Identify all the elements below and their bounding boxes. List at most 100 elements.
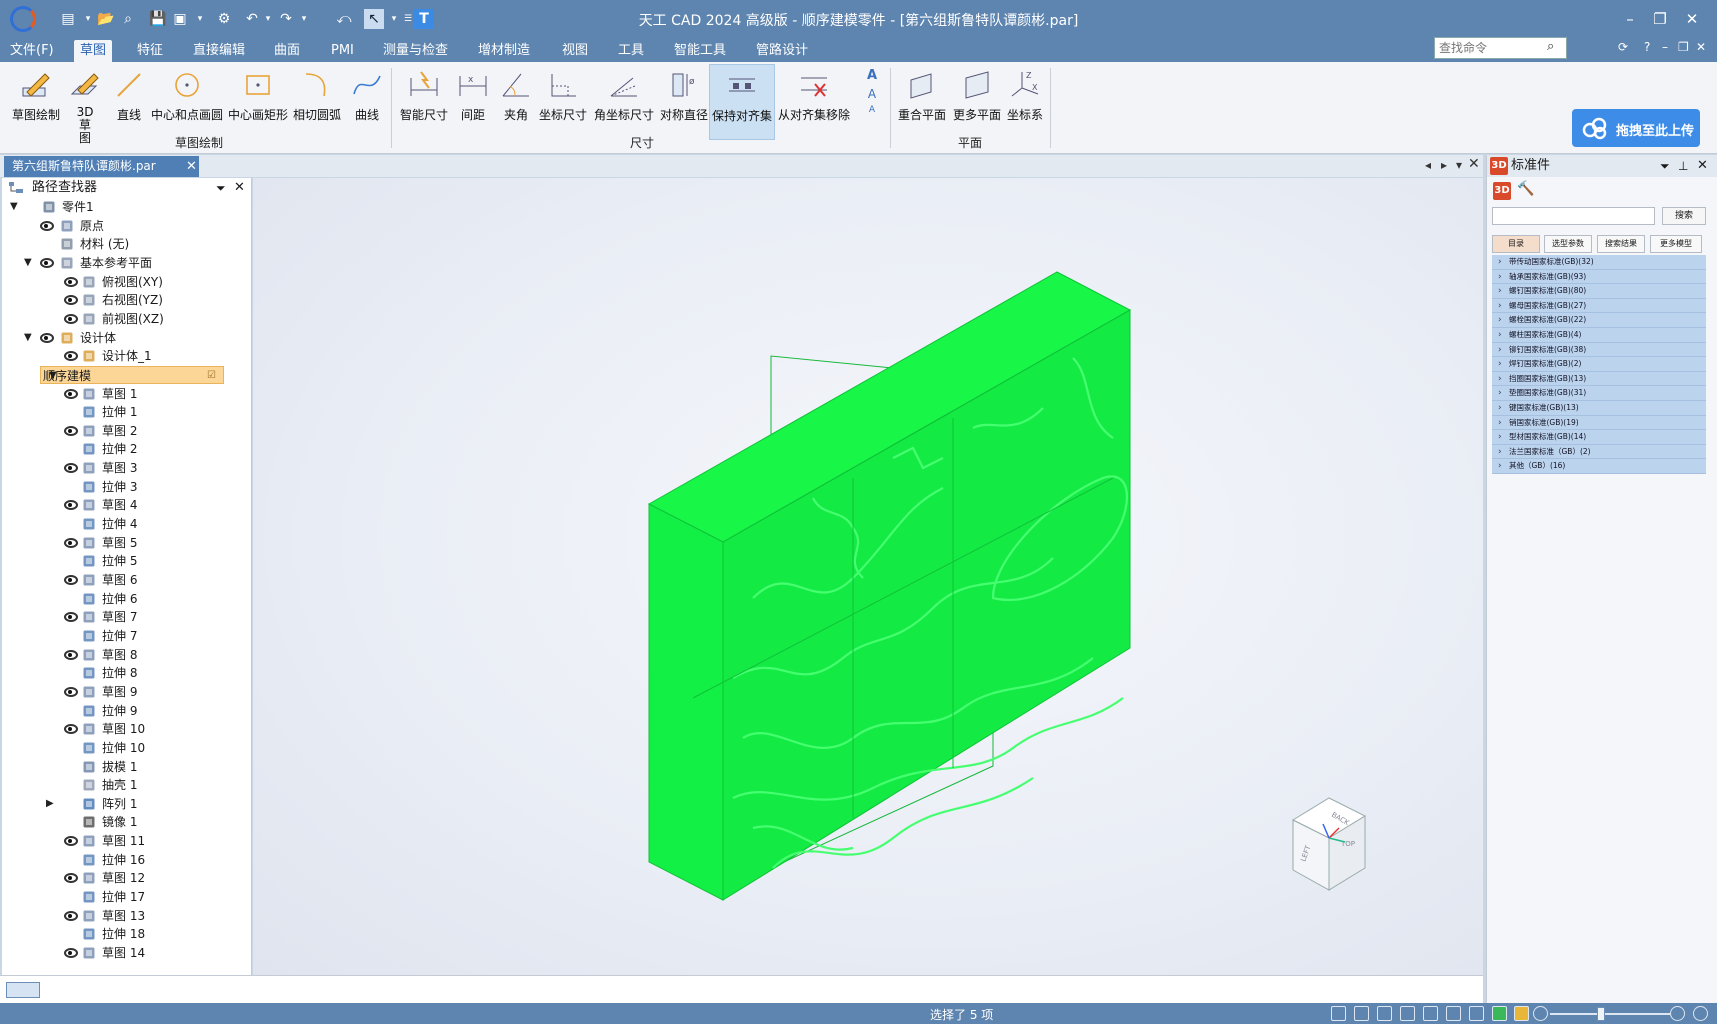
visibility-eye-icon[interactable] [64, 313, 78, 324]
list-item[interactable]: 其他（GB）(16) [1492, 459, 1706, 474]
3d-library-icon[interactable]: 3D [1493, 182, 1511, 200]
tree-row[interactable]: 拉伸 17 [2, 888, 250, 906]
remove-from-alignment-set-button[interactable]: 从对齐集移除 [778, 64, 850, 140]
panel-close-icon[interactable]: ✕ [1697, 155, 1708, 177]
tab-view[interactable]: 视图 [556, 40, 594, 62]
minimize-button[interactable]: – [1617, 8, 1643, 30]
find-icon[interactable]: ⌕ [118, 9, 138, 29]
more-planes-button[interactable]: 更多平面 [951, 64, 1003, 140]
color-icon[interactable] [1514, 1006, 1529, 1021]
open-file-icon[interactable]: 📂 [96, 9, 116, 29]
tree-row[interactable]: ▼ 顺序建模 ☑ [40, 365, 224, 385]
tree-row[interactable]: 草图 11 [2, 832, 250, 850]
tree-row[interactable]: 抽壳 1 [2, 776, 250, 794]
tree-row[interactable]: 草图 12 [2, 869, 250, 887]
visibility-eye-icon[interactable] [64, 873, 78, 884]
keep-alignment-set-button[interactable]: 保持对齐集 [709, 64, 775, 140]
visibility-eye-icon[interactable] [64, 686, 78, 697]
ribbon-restore-icon[interactable]: ❐ [1678, 40, 1689, 54]
tree-row[interactable]: 原点 [2, 217, 250, 235]
upload-button[interactable]: 拖拽至此上传 [1572, 109, 1700, 147]
text-tool-icon[interactable]: T [414, 9, 434, 29]
tab-sketch[interactable]: 草图 [74, 40, 113, 62]
tree-row[interactable]: 俯视图(XY) [2, 273, 250, 291]
list-item[interactable]: 螺钉国家标准(GB)(80) [1492, 284, 1706, 299]
zoom-slider-thumb[interactable] [1597, 1007, 1605, 1021]
tab-smart-tools[interactable]: 智能工具 [668, 40, 732, 62]
save-icon[interactable]: 💾 [148, 9, 168, 29]
tree-row[interactable]: 拔模 1 [2, 758, 250, 776]
hammer-icon[interactable]: 🔨 [1517, 181, 1534, 197]
visibility-eye-icon[interactable] [64, 724, 78, 735]
command-prompt-icon[interactable] [6, 982, 40, 998]
tab-pmi[interactable]: PMI [325, 40, 360, 62]
line-button[interactable]: 直线 [112, 64, 146, 140]
tree-row[interactable]: 草图 14 [2, 944, 250, 962]
tree-row[interactable]: 草图 7 [2, 608, 250, 626]
visibility-eye-icon[interactable] [64, 276, 78, 287]
tab-feature[interactable]: 特征 [131, 40, 169, 62]
tab-piping[interactable]: 管路设计 [750, 40, 814, 62]
tree-row[interactable]: 草图 6 [2, 571, 250, 589]
search-icon[interactable]: ⌕ [1547, 39, 1565, 57]
list-item[interactable]: 法兰国家标准（GB）(2) [1492, 444, 1706, 460]
angular-coordinate-button[interactable]: 角坐标尺寸 [593, 64, 655, 140]
expand-icon[interactable]: ▶ [46, 795, 54, 813]
visibility-eye-icon[interactable] [64, 388, 78, 399]
tree-row[interactable]: 草图 13 [2, 907, 250, 925]
panel-menu-icon[interactable]: ⏷ [216, 178, 226, 198]
visibility-eye-icon[interactable] [64, 463, 78, 474]
tab-surface[interactable]: 曲面 [268, 40, 306, 62]
visibility-eye-icon[interactable] [40, 332, 54, 343]
zoom-area-icon[interactable] [1331, 1006, 1346, 1021]
select-cursor-icon[interactable]: ↖ [364, 9, 384, 29]
tangent-arc-button[interactable]: 相切圆弧 [292, 64, 342, 140]
tab-scroll-right-icon[interactable]: ▸ [1441, 158, 1447, 172]
tree-row[interactable]: 拉伸 8 [2, 664, 250, 682]
new-file-icon[interactable]: ▤ [58, 9, 78, 29]
list-item[interactable]: 型材国家标准(GB)(14) [1492, 430, 1706, 445]
tree-row[interactable]: 前视图(XZ) [2, 310, 250, 328]
visibility-eye-icon[interactable] [64, 351, 78, 362]
dropdown-icon[interactable]: ▾ [78, 9, 98, 29]
ribbon-close-icon[interactable]: ✕ [1696, 40, 1706, 54]
tab-direct-edit[interactable]: 直接编辑 [187, 40, 251, 62]
visibility-eye-icon[interactable] [64, 537, 78, 548]
list-item[interactable]: 销国家标准(GB)(19) [1492, 415, 1706, 431]
list-item[interactable]: 螺栓国家标准(GB)(22) [1492, 313, 1706, 328]
visibility-eye-icon[interactable] [64, 295, 78, 306]
app-logo-icon[interactable] [10, 6, 36, 32]
tree-row[interactable]: 草图 3 [2, 459, 250, 477]
visibility-eye-icon[interactable] [64, 649, 78, 660]
tree-row[interactable]: 拉伸 9 [2, 702, 250, 720]
tab-catalog[interactable]: 目录 [1492, 235, 1540, 253]
parts-search-input[interactable] [1492, 207, 1655, 225]
tree-row[interactable]: 草图 1 [2, 385, 250, 403]
tree-row[interactable]: 拉伸 3 [2, 478, 250, 496]
dropdown-icon[interactable]: ▾ [294, 9, 314, 29]
view-cube[interactable]: BACK LEFT TOP [1291, 797, 1367, 891]
help-button[interactable]: ? [1644, 40, 1650, 54]
tree-row[interactable]: 拉伸 16 [2, 851, 250, 869]
tree-row[interactable]: ▼ 零件1 [2, 198, 250, 216]
display-mode-icon[interactable] [1492, 1006, 1507, 1021]
tree-row[interactable]: 草图 5 [2, 534, 250, 552]
shading-icon[interactable] [1469, 1006, 1484, 1021]
pan-icon[interactable] [1400, 1006, 1415, 1021]
collapse-icon[interactable]: ▼ [24, 254, 32, 272]
close-button[interactable]: ✕ [1679, 8, 1705, 30]
command-line[interactable] [0, 975, 1483, 1003]
tree-row[interactable]: 设计体_1 [2, 347, 250, 365]
smart-dimension-button[interactable]: 智能尺寸 [398, 64, 450, 140]
distance-button[interactable]: x 间距 [455, 64, 491, 140]
list-item[interactable]: 铆钉国家标准(GB)(38) [1492, 342, 1706, 358]
save-all-icon[interactable]: ▣ [170, 9, 190, 29]
visibility-eye-icon[interactable] [64, 836, 78, 847]
tree-row[interactable]: 右视图(YZ) [2, 291, 250, 309]
panel-close-icon[interactable]: ✕ [234, 178, 245, 198]
tree-row[interactable]: 拉伸 4 [2, 515, 250, 533]
text-format-buttons[interactable]: A A A [861, 64, 883, 140]
tab-additive[interactable]: 增材制造 [472, 40, 536, 62]
checkbox-icon[interactable]: ☑ [207, 367, 216, 385]
tab-file[interactable]: 文件(F) [4, 40, 60, 62]
